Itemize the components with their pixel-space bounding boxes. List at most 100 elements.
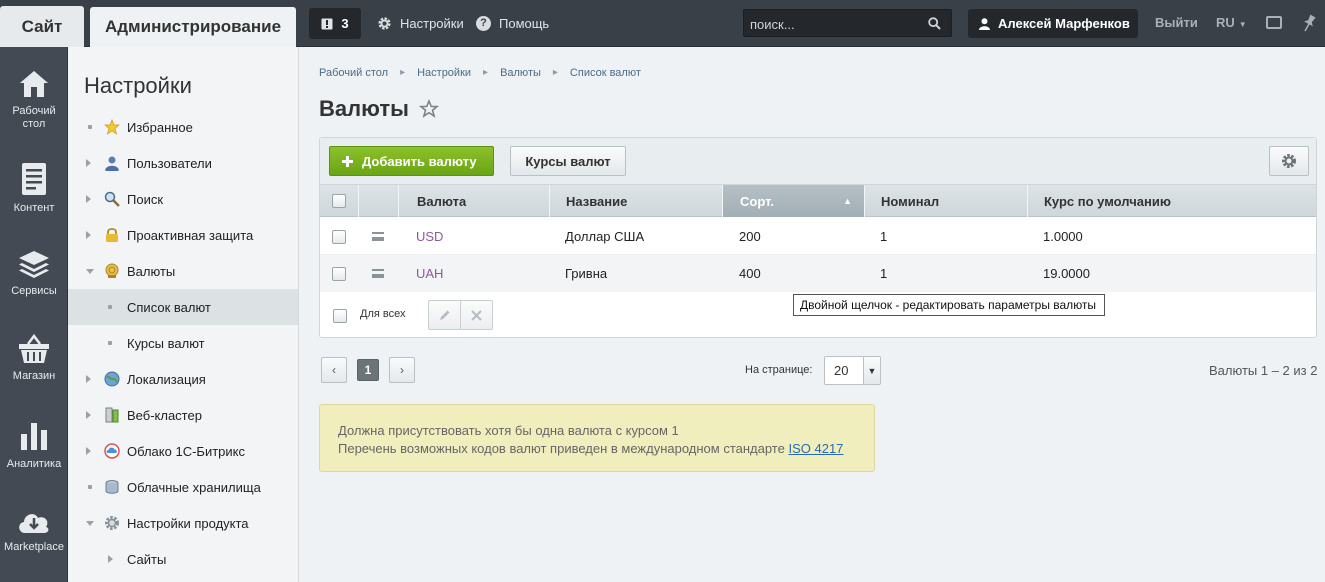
tab-admin[interactable]: Администрирование <box>90 7 296 47</box>
breadcrumb-item[interactable]: Рабочий стол <box>319 67 388 79</box>
user-menu[interactable]: Алексей Марфенков <box>968 9 1138 38</box>
user-name: Алексей Марфенков <box>998 16 1130 31</box>
currency-code[interactable]: USD <box>416 218 443 255</box>
add-currency-button[interactable]: Добавить валюту <box>329 146 494 176</box>
sidebar-item-sites[interactable]: Сайты <box>68 541 298 577</box>
sidebar-item-search[interactable]: Поиск <box>68 181 298 217</box>
per-page-select[interactable]: 20 ▼ <box>824 356 881 385</box>
sidebar-item-label: Поиск <box>127 191 164 207</box>
pin-icon[interactable] <box>1302 14 1316 32</box>
sidebar-item-currency-list[interactable]: Список валют <box>68 289 298 325</box>
chevron-down-icon: ▼ <box>863 357 880 384</box>
column-currency[interactable]: Валюта <box>398 185 549 217</box>
menu-item-label: Рабочий стол <box>12 105 56 130</box>
search-input[interactable] <box>750 14 920 34</box>
breadcrumb-item[interactable]: Список валют <box>570 67 641 79</box>
document-icon <box>22 163 46 195</box>
grid-settings-button[interactable] <box>1269 146 1309 176</box>
next-page-button[interactable]: › <box>389 357 415 383</box>
table-row[interactable]: UAH Гривна 400 1 19.0000 <box>320 255 1316 292</box>
main-menu: Рабочий стол Контент Сервисы Магазин Ана… <box>0 47 68 582</box>
sidebar-item-users[interactable]: Пользователи <box>68 145 298 181</box>
column-default-rate[interactable]: Курс по умолчанию <box>1027 185 1316 217</box>
user-icon <box>105 156 119 171</box>
menu-item-content[interactable]: Контент <box>0 162 68 215</box>
sidebar-item-label: Курсы валют <box>127 335 205 351</box>
breadcrumb-item[interactable]: Валюты <box>500 67 541 79</box>
column-name[interactable]: Название <box>549 185 722 217</box>
notifications-button[interactable]: 3 <box>309 8 361 39</box>
menu-item-desktop[interactable]: Рабочий стол <box>0 69 68 131</box>
chevron-right-icon[interactable] <box>108 555 113 563</box>
note-line-2-text: Перечень возможных кодов валют приведен … <box>338 441 785 456</box>
menu-icon[interactable] <box>372 269 384 278</box>
chevron-right-icon[interactable] <box>86 231 91 239</box>
sidebar-item-label: Веб-кластер <box>127 407 202 423</box>
notifications-count: 3 <box>341 16 349 31</box>
settings-link[interactable]: Настройки <box>377 13 464 33</box>
iso-link[interactable]: ISO 4217 <box>788 441 843 456</box>
sidebar-item-product-settings[interactable]: Настройки продукта <box>68 505 298 541</box>
chevron-right-icon[interactable] <box>86 411 91 419</box>
sidebar-item-cloud-storage[interactable]: Облачные хранилища <box>68 469 298 505</box>
close-icon <box>471 309 482 321</box>
table-row[interactable]: USD Доллар США 200 1 1.0000 <box>320 218 1316 255</box>
records-count: Валюты 1 – 2 из 2 <box>1209 363 1318 378</box>
sidebar-item-currency-rates[interactable]: Курсы валют <box>68 325 298 361</box>
sidebar-item-webcluster[interactable]: Веб-кластер <box>68 397 298 433</box>
column-nominal[interactable]: Номинал <box>864 185 1027 217</box>
sidebar-item-label: Облачные хранилища <box>127 479 261 495</box>
for-all-label: Для всех <box>360 308 406 320</box>
plus-icon <box>342 155 353 167</box>
select-all-checkbox[interactable] <box>332 194 346 208</box>
chevron-right-icon: › <box>400 363 404 377</box>
per-page-label: На странице: <box>745 364 813 376</box>
search-icon[interactable] <box>928 17 941 30</box>
sidebar-item-favorites[interactable]: Избранное <box>68 109 298 145</box>
menu-item-label: Контент <box>13 202 55 214</box>
chevron-down-icon[interactable] <box>86 520 94 526</box>
breadcrumb-item[interactable]: Настройки <box>417 67 471 79</box>
column-sort[interactable]: Сорт. ▲ <box>722 185 864 217</box>
favorite-star-icon[interactable] <box>419 99 439 119</box>
sidebar-item-bitrix-cloud[interactable]: Облако 1С-Битрикс <box>68 433 298 469</box>
edit-button[interactable] <box>429 301 460 329</box>
pencil-icon <box>440 310 450 320</box>
menu-item-marketplace[interactable]: Marketplace <box>0 507 68 554</box>
tab-site[interactable]: Сайт <box>0 6 84 47</box>
row-checkbox[interactable] <box>332 229 346 244</box>
search-box <box>743 9 952 37</box>
sidebar-item-localization[interactable]: Локализация <box>68 361 298 397</box>
language-selector[interactable]: RU ▼ <box>1216 15 1247 30</box>
chevron-down-icon[interactable] <box>86 268 94 274</box>
globe-icon <box>104 371 120 387</box>
logout-link[interactable]: Выйти <box>1155 15 1198 30</box>
menu-item-analytics[interactable]: Аналитика <box>0 420 68 471</box>
star-icon <box>104 119 120 135</box>
currency-code[interactable]: UAH <box>416 255 443 292</box>
page-current[interactable]: 1 <box>357 359 379 381</box>
sidebar-item-proactive[interactable]: Проактивная защита <box>68 217 298 253</box>
help-icon: ? <box>476 15 491 31</box>
chevron-right-icon: ▸ <box>483 67 489 78</box>
menu-item-services[interactable]: Сервисы <box>0 249 68 298</box>
row-checkbox[interactable] <box>332 266 346 281</box>
currency-rate: 19.0000 <box>1043 266 1090 281</box>
for-all-checkbox[interactable] <box>333 309 347 323</box>
prev-page-button[interactable]: ‹ <box>321 357 347 383</box>
sort-ascending-icon: ▲ <box>843 196 852 206</box>
note-line-2: Перечень возможных кодов валют приведен … <box>338 440 874 458</box>
keyboard-icon[interactable] <box>1266 16 1282 29</box>
menu-item-shop[interactable]: Магазин <box>0 334 68 383</box>
delete-button[interactable] <box>460 301 492 329</box>
sidebar-item-label: Настройки продукта <box>127 515 249 531</box>
chevron-right-icon[interactable] <box>86 159 91 167</box>
chevron-right-icon[interactable] <box>86 447 91 455</box>
chevron-right-icon[interactable] <box>86 195 91 203</box>
menu-icon[interactable] <box>372 232 384 241</box>
help-link[interactable]: ? Помощь <box>476 13 549 33</box>
bullet-icon <box>88 485 92 489</box>
chevron-right-icon[interactable] <box>86 375 91 383</box>
sidebar-item-currencies[interactable]: Валюты <box>68 253 298 289</box>
currency-rates-button[interactable]: Курсы валют <box>510 146 626 176</box>
